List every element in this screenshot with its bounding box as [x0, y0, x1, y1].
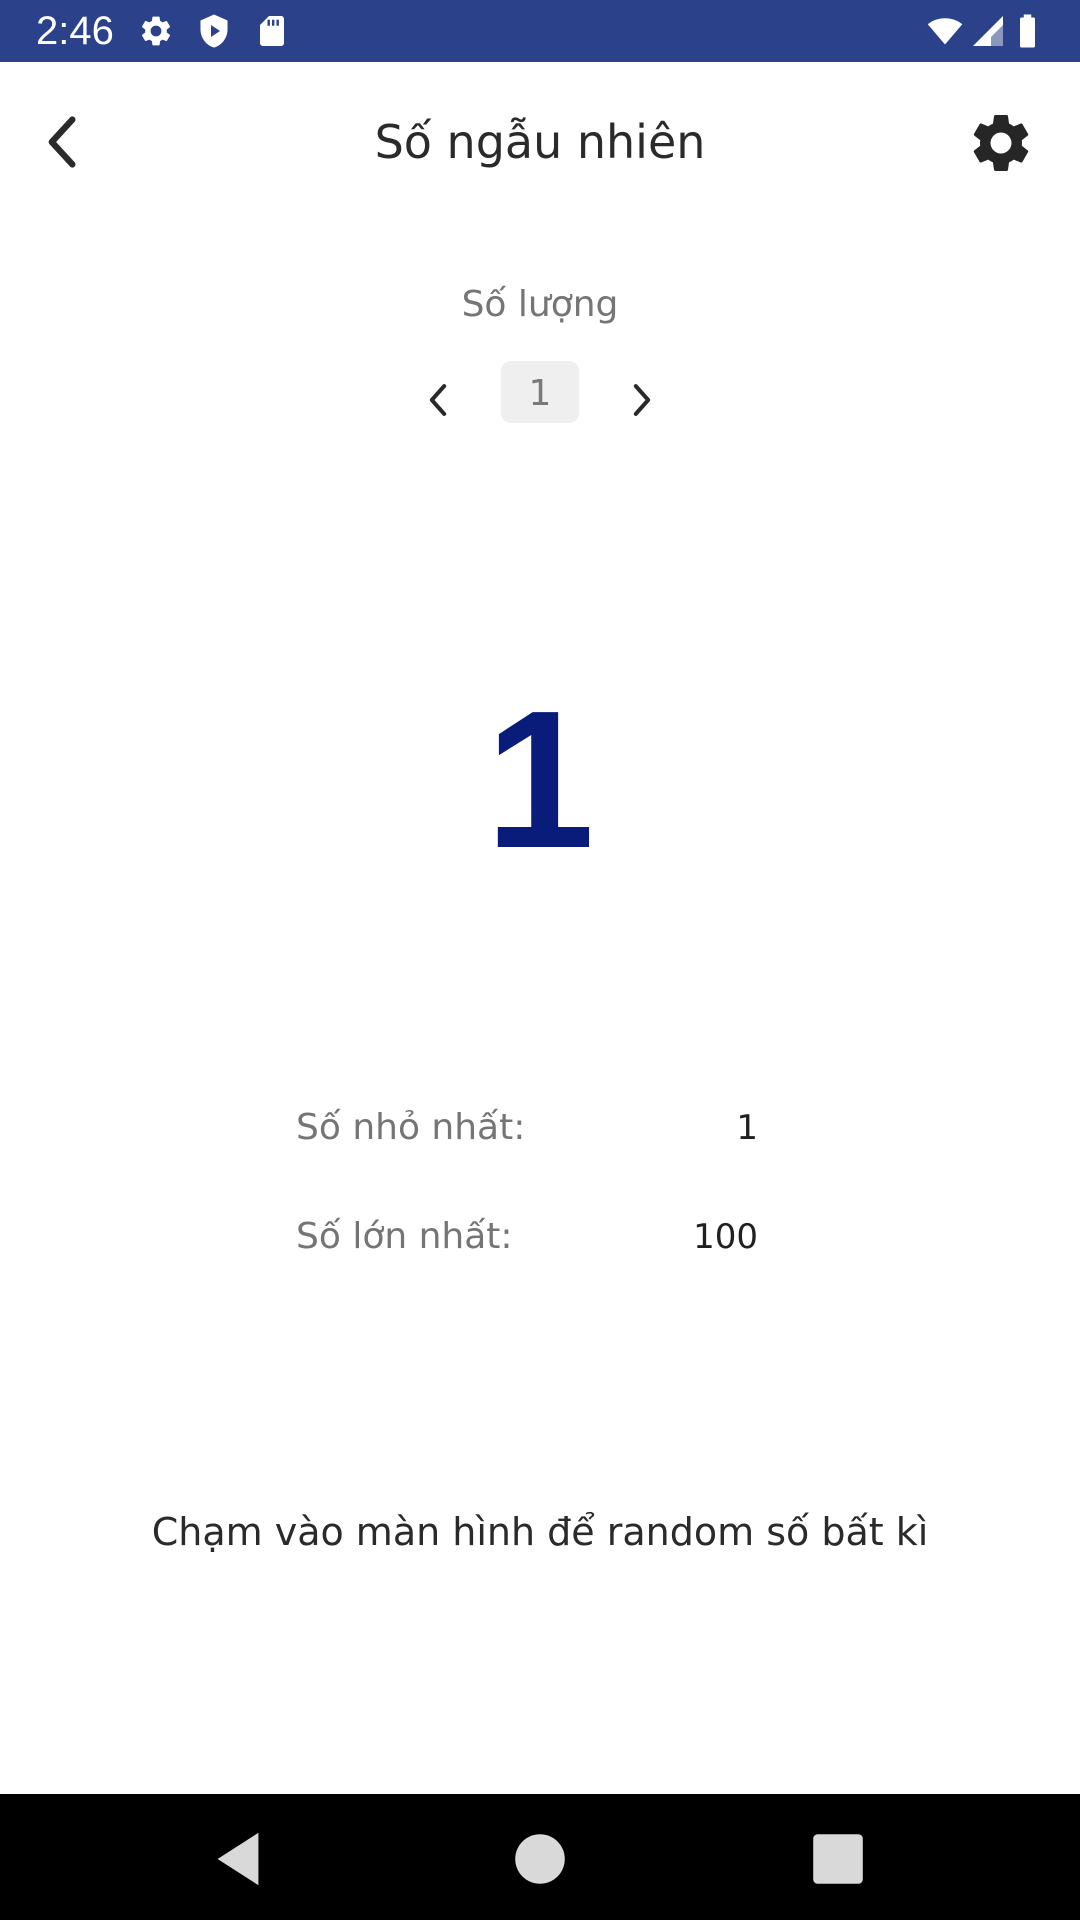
max-label: Số lớn nhất:: [296, 1216, 513, 1257]
back-triangle-icon: [217, 1832, 259, 1886]
min-value[interactable]: 1: [600, 1103, 758, 1153]
shield-icon: [196, 13, 232, 49]
quantity-increase-button[interactable]: [612, 370, 672, 430]
gear-icon: [138, 13, 174, 49]
back-button[interactable]: [28, 102, 98, 182]
home-circle-icon: [515, 1834, 565, 1884]
nav-recents-button[interactable]: [803, 1824, 873, 1894]
page-title: Số ngẫu nhiên: [374, 115, 706, 169]
battery-icon: [1014, 13, 1050, 49]
cellular-signal-icon: [970, 13, 1006, 49]
min-label: Số nhỏ nhất:: [296, 1107, 526, 1148]
wifi-icon: [924, 13, 966, 49]
app-bar: Số ngẫu nhiên: [0, 62, 1080, 228]
nav-home-button[interactable]: [505, 1824, 575, 1894]
tap-hint: Chạm vào màn hình để random số bất kì: [151, 1510, 929, 1554]
quantity-label: Số lượng: [461, 284, 619, 325]
settings-button[interactable]: [966, 108, 1036, 178]
navigation-bar: [0, 1794, 1080, 1920]
status-time: 2:46: [36, 9, 114, 53]
quantity-value[interactable]: 1: [501, 361, 579, 423]
status-bar: 2:46: [0, 0, 1080, 62]
max-value[interactable]: 100: [600, 1212, 758, 1262]
nav-back-button[interactable]: [203, 1824, 273, 1894]
sd-card-icon: [254, 13, 290, 49]
random-result-number[interactable]: 1: [340, 670, 740, 890]
recents-square-icon: [813, 1834, 863, 1884]
chevron-left-icon: [48, 116, 76, 168]
quantity-decrease-button[interactable]: [408, 370, 468, 430]
chevron-right-icon: [633, 384, 651, 416]
gear-icon: [973, 114, 1029, 171]
chevron-left-icon: [429, 384, 447, 416]
